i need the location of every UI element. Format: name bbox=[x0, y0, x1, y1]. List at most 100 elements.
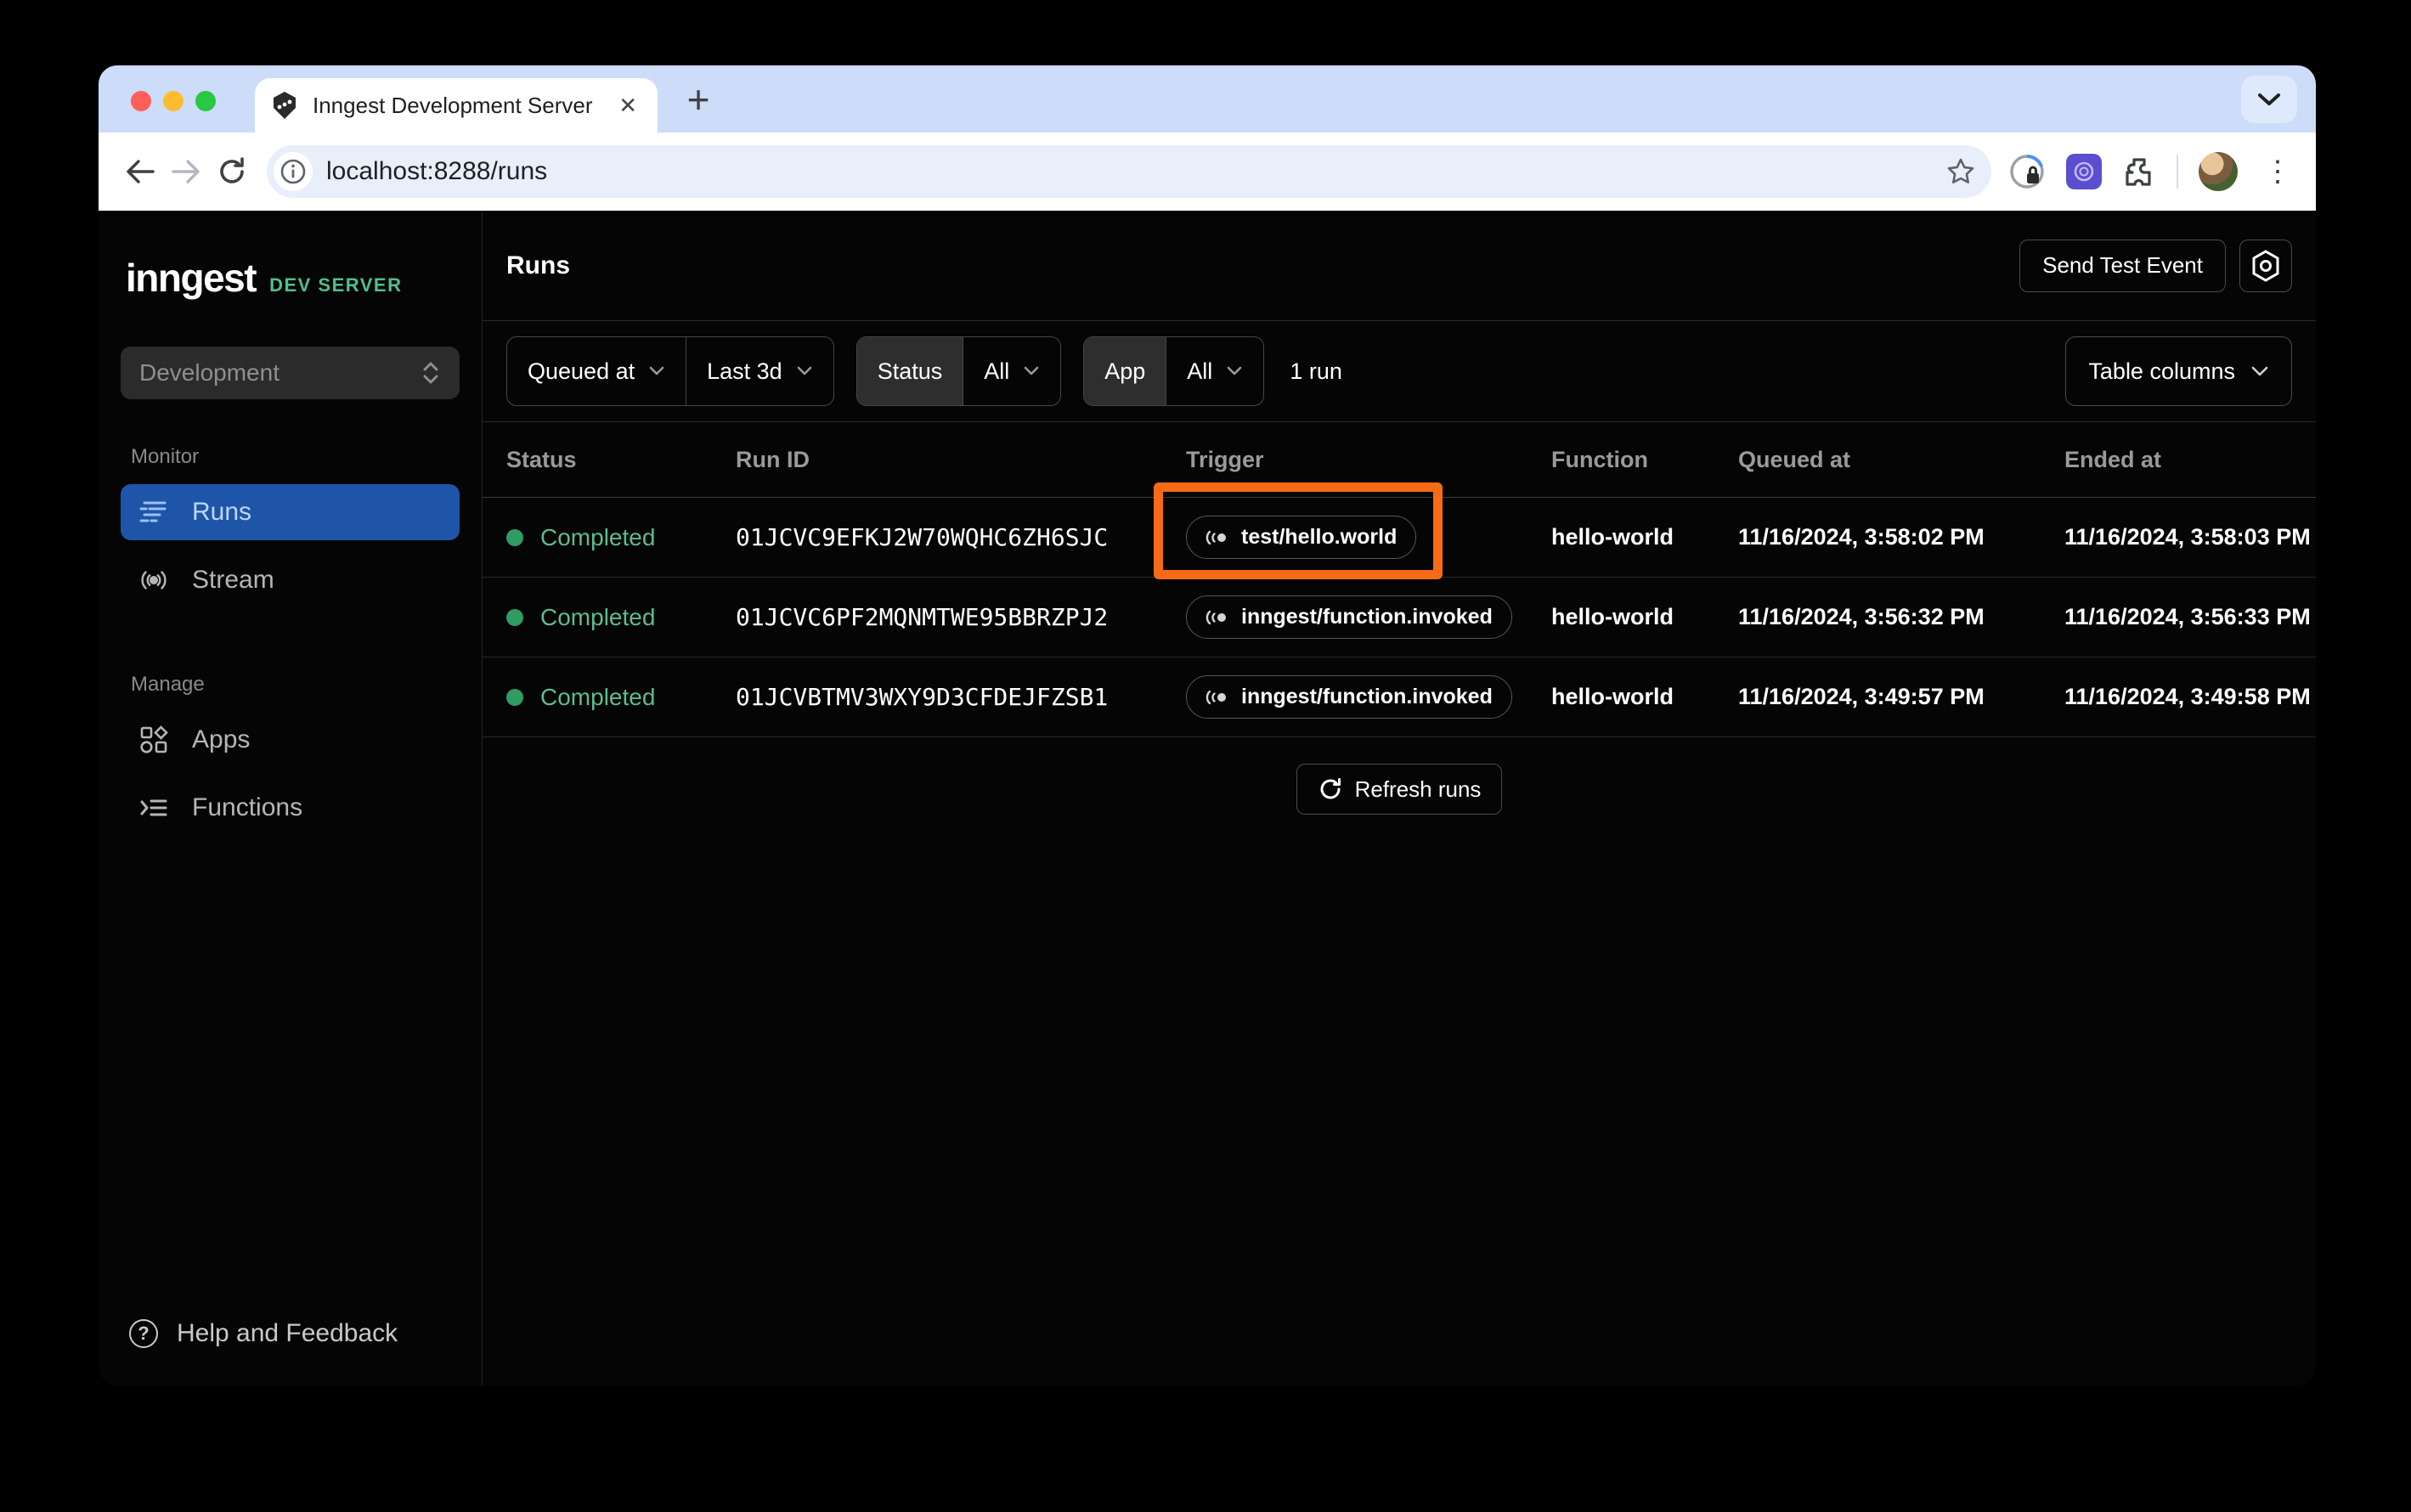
sidebar-item-runs[interactable]: Runs bbox=[121, 484, 460, 540]
minimize-window-button[interactable] bbox=[163, 91, 184, 111]
page-title: Runs bbox=[506, 251, 570, 279]
sidebar-item-functions[interactable]: Functions bbox=[121, 780, 460, 836]
inngest-app: inngest DEV SERVER Development Monitor R… bbox=[99, 211, 2316, 1385]
window-controls bbox=[131, 91, 216, 111]
site-info-icon[interactable] bbox=[274, 152, 313, 191]
desktop-background: Inngest Development Server ✕ + localhost… bbox=[0, 0, 2411, 1512]
filter-bar: Queued at Last 3d Status All App All 1 r… bbox=[483, 321, 2316, 422]
status-cell: Completed bbox=[506, 524, 736, 551]
column-header-ended-at: Ended at bbox=[2064, 446, 2162, 472]
profile-avatar[interactable] bbox=[2199, 152, 2238, 191]
back-button[interactable] bbox=[117, 149, 163, 195]
sidebar-item-stream[interactable]: Stream bbox=[121, 552, 460, 608]
environment-selector[interactable]: Development bbox=[121, 347, 460, 399]
inngest-favicon-icon bbox=[270, 91, 299, 120]
inngest-logo: inngest bbox=[126, 256, 257, 300]
browser-tab[interactable]: Inngest Development Server ✕ bbox=[255, 78, 658, 133]
help-label: Help and Feedback bbox=[177, 1319, 398, 1347]
queued-at-time: 11/16/2024, 3:56:32 PM bbox=[1738, 604, 1985, 629]
url-text: localhost:8288/runs bbox=[326, 157, 548, 185]
sidebar-nav: Monitor Runs Stream Manage Apps Function… bbox=[121, 445, 460, 848]
help-icon: ? bbox=[129, 1319, 158, 1348]
close-window-button[interactable] bbox=[131, 91, 151, 111]
trigger-cell: inngest/function.invoked bbox=[1186, 595, 1551, 639]
time-filter-group: Queued at Last 3d bbox=[506, 336, 834, 406]
app-filter-label: App bbox=[1084, 337, 1166, 405]
section-label-manage: Manage bbox=[131, 673, 205, 696]
apps-icon bbox=[139, 725, 168, 754]
time-range-dropdown[interactable]: Last 3d bbox=[686, 337, 833, 405]
help-and-feedback[interactable]: ? Help and Feedback bbox=[129, 1319, 460, 1348]
run-count: 1 run bbox=[1290, 358, 1342, 384]
status-dot-icon bbox=[506, 688, 523, 706]
column-header-status: Status bbox=[506, 446, 577, 472]
column-header-queued-at: Queued at bbox=[1738, 446, 1851, 472]
run-id: 01JCVC6PF2MQNMTWE95BBRZPJ2 bbox=[736, 603, 1109, 631]
sidebar-item-apps[interactable]: Apps bbox=[121, 712, 460, 768]
table-row[interactable]: Completed 01JCVC6PF2MQNMTWE95BBRZPJ2 inn… bbox=[483, 578, 2316, 657]
extensions-puzzle-icon[interactable] bbox=[2122, 155, 2156, 189]
function-name: hello-world bbox=[1551, 684, 1674, 709]
tab-close-icon[interactable]: ✕ bbox=[613, 93, 642, 119]
browser-tab-strip: Inngest Development Server ✕ + bbox=[99, 65, 2316, 133]
function-name: hello-world bbox=[1551, 604, 1674, 629]
queued-at-time: 11/16/2024, 3:58:02 PM bbox=[1738, 524, 1985, 550]
toolbar-divider bbox=[2177, 155, 2178, 189]
table-columns-button[interactable]: Table columns bbox=[2065, 336, 2292, 406]
forward-button[interactable] bbox=[163, 149, 209, 195]
queued-at-dropdown[interactable]: Queued at bbox=[507, 337, 686, 405]
chevron-down-icon bbox=[2251, 366, 2268, 375]
ended-at-time: 11/16/2024, 3:56:33 PM bbox=[2064, 604, 2311, 629]
status-cell: Completed bbox=[506, 684, 736, 711]
refresh-runs-button[interactable]: Refresh runs bbox=[1296, 764, 1503, 815]
browser-menu-icon[interactable]: ⋮ bbox=[2258, 157, 2297, 186]
trigger-badge[interactable]: inngest/function.invoked bbox=[1186, 675, 1512, 719]
status-text: Completed bbox=[540, 603, 656, 630]
chevron-up-down-icon bbox=[421, 360, 441, 386]
column-header-trigger: Trigger bbox=[1186, 446, 1264, 472]
ended-at-time: 11/16/2024, 3:58:03 PM bbox=[2064, 524, 2311, 550]
status-text: Completed bbox=[540, 683, 656, 710]
browser-extension-icon[interactable] bbox=[2066, 154, 2102, 189]
trigger-badge[interactable]: test/hello.world bbox=[1186, 516, 1417, 559]
page-header: Runs Send Test Event bbox=[483, 211, 2316, 321]
run-id: 01JCVBTMV3WXY9D3CFDEJFZSB1 bbox=[736, 683, 1109, 711]
event-signal-icon bbox=[1206, 610, 1226, 624]
status-filter-dropdown[interactable]: All bbox=[963, 337, 1060, 405]
trigger-cell: test/hello.world bbox=[1186, 516, 1551, 559]
tab-title: Inngest Development Server bbox=[313, 92, 593, 118]
table-row[interactable]: Completed 01JCVC9EFKJ2W70WQHC6ZH6SJC tes… bbox=[483, 498, 2316, 578]
stream-icon bbox=[139, 566, 168, 595]
event-signal-icon bbox=[1206, 530, 1226, 544]
status-filter-group: Status All bbox=[855, 336, 1062, 406]
column-header-function: Function bbox=[1551, 446, 1648, 472]
dev-server-badge: DEV SERVER bbox=[269, 274, 403, 296]
sidebar-item-label: Runs bbox=[192, 498, 252, 526]
event-signal-icon bbox=[1206, 690, 1226, 704]
new-tab-button[interactable]: + bbox=[675, 76, 722, 123]
function-name: hello-world bbox=[1551, 524, 1674, 550]
app-filter-dropdown[interactable]: All bbox=[1166, 337, 1263, 405]
toolbar-extensions: ⋮ bbox=[2008, 152, 2297, 191]
trigger-cell: inngest/function.invoked bbox=[1186, 675, 1551, 719]
onepassword-extension-icon[interactable] bbox=[2008, 153, 2046, 190]
refresh-button[interactable] bbox=[209, 149, 255, 195]
zoom-window-button[interactable] bbox=[195, 91, 216, 111]
address-bar[interactable]: localhost:8288/runs bbox=[267, 145, 1991, 198]
bookmark-star-icon[interactable] bbox=[1945, 156, 1976, 187]
section-label-monitor: Monitor bbox=[131, 445, 200, 468]
send-test-event-button[interactable]: Send Test Event bbox=[2019, 239, 2226, 292]
sidebar-item-label: Apps bbox=[192, 725, 251, 753]
main-content: Runs Send Test Event Queued at Last 3d S… bbox=[483, 211, 2316, 1385]
browser-window: Inngest Development Server ✕ + localhost… bbox=[99, 65, 2316, 1385]
browser-toolbar: localhost:8288/runs ⋮ bbox=[99, 133, 2316, 211]
app-filter-group: App All bbox=[1083, 336, 1265, 406]
trigger-badge[interactable]: inngest/function.invoked bbox=[1186, 595, 1512, 639]
runs-icon bbox=[139, 498, 168, 527]
settings-button[interactable] bbox=[2239, 239, 2292, 292]
table-row[interactable]: Completed 01JCVBTMV3WXY9D3CFDEJFZSB1 inn… bbox=[483, 657, 2316, 737]
chevron-down-icon bbox=[649, 366, 664, 375]
status-text: Completed bbox=[540, 523, 656, 550]
tab-search-button[interactable] bbox=[2241, 76, 2297, 123]
